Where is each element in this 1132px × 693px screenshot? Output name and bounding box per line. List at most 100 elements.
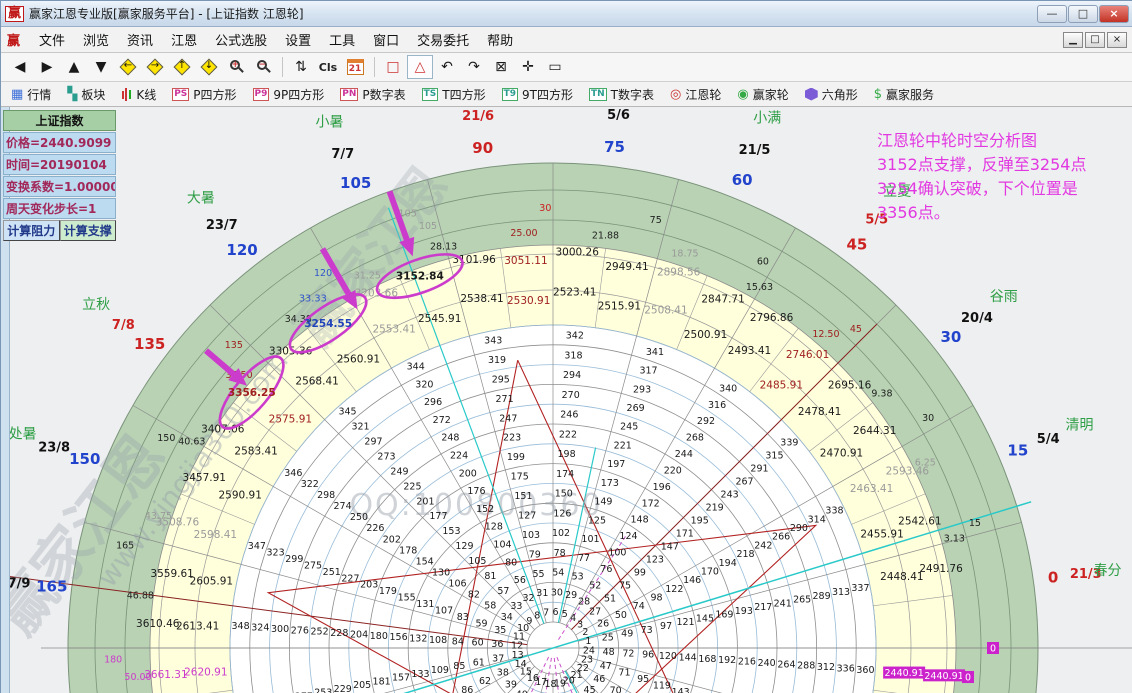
spiral-number: 109 (431, 665, 449, 676)
inner-price-label: 2598.41 (194, 529, 237, 541)
menu-logo-icon: 赢 (7, 30, 20, 49)
maximize-button[interactable]: □ (1068, 5, 1098, 23)
diamond-up-button[interactable]: ↑ (169, 55, 195, 79)
back-arrow-button[interactable]: ◀ (7, 55, 33, 79)
box-x-button[interactable]: ⊠ (488, 55, 514, 79)
spiral-number: 360 (856, 665, 874, 676)
square-shape-button[interactable]: □ (380, 55, 406, 79)
module-winner-service[interactable]: $赢家服务 (874, 86, 934, 103)
diamond-left-button[interactable]: ← (115, 55, 141, 79)
spiral-number: 318 (564, 350, 582, 361)
module-9t-square[interactable]: T99T四方形 (502, 86, 573, 103)
spiral-number: 201 (416, 496, 434, 507)
rotate-cw-button[interactable]: ↷ (461, 55, 487, 79)
triangle-shape-button[interactable]: △ (407, 55, 433, 79)
mdi-minimize-button[interactable]: ▁ (1063, 32, 1083, 48)
parameter-row-2: 变换系数=1.00000 (3, 176, 116, 197)
module-p-number-table[interactable]: PNP数字表 (340, 86, 405, 103)
mdi-restore-button[interactable]: □ (1085, 32, 1105, 48)
spiral-number: 30 (551, 587, 563, 598)
spiral-number: 289 (813, 591, 831, 602)
zoom-out-button[interactable]: − (250, 55, 276, 79)
menu-item-file[interactable]: 文件 (30, 32, 74, 51)
spiral-number: 144 (679, 652, 697, 663)
cls-button[interactable]: Cls (315, 55, 341, 79)
spiral-number: 250 (350, 512, 368, 523)
calc-resistance-button[interactable]: 计算阻力 (3, 220, 60, 241)
menu-item-trade-entrust[interactable]: 交易委托 (408, 32, 478, 51)
outer-price-label: 3610.46 (136, 618, 180, 630)
minimize-button[interactable]: — (1037, 5, 1067, 23)
module-kline[interactable]: K线 (121, 86, 156, 103)
current-price-box-label: 0 (965, 673, 971, 684)
parameter-panel: 上证指数 价格=2440.9099时间=20190104变换系数=1.00000… (3, 110, 116, 241)
module-hexagon[interactable]: 六角形 (805, 86, 858, 103)
outer-price-label: 2746.01 (786, 349, 829, 361)
module-winner-wheel[interactable]: ◉赢家轮 (737, 86, 788, 103)
menu-item-formula-stock-pick[interactable]: 公式选股 (206, 32, 276, 51)
module-9p-square[interactable]: P99P四方形 (253, 86, 325, 103)
module-gann-wheel[interactable]: ◎江恩轮 (670, 86, 721, 103)
spiral-number: 320 (415, 379, 433, 390)
diamond-right-button[interactable]: → (142, 55, 168, 79)
module-label: K线 (136, 86, 156, 103)
down-triangle-button[interactable]: ▼ (88, 55, 114, 79)
crosshair-button[interactable]: ✛ (515, 55, 541, 79)
percent-label: 6.25 (915, 457, 936, 468)
degree-ring-label: 45 (850, 324, 862, 335)
up-triangle-button[interactable]: ▲ (61, 55, 87, 79)
forward-arrow-button[interactable]: ▶ (34, 55, 60, 79)
annotation-line: 3356点。 (877, 201, 1132, 225)
menu-item-gann[interactable]: 江恩 (162, 32, 206, 51)
gann-wheel-icon: ◎ (670, 88, 681, 101)
spiral-number: 86 (461, 685, 473, 693)
spiral-number: 292 (697, 416, 715, 427)
spiral-number: 270 (562, 390, 580, 401)
spiral-number: 342 (566, 331, 584, 342)
spiral-number: 197 (607, 459, 625, 470)
menu-item-browse[interactable]: 浏览 (74, 32, 118, 51)
rotate-ccw-button[interactable]: ↶ (434, 55, 460, 79)
vertical-range-button[interactable]: ⇅ (288, 55, 314, 79)
module-t-square[interactable]: TST四方形 (422, 86, 486, 103)
module-sectors[interactable]: ▚板块 (67, 86, 105, 103)
spiral-number: 121 (676, 617, 694, 628)
menu-item-news[interactable]: 资讯 (118, 32, 162, 51)
spiral-number: 83 (457, 612, 469, 623)
module-t-number-table[interactable]: TNT数字表 (589, 86, 654, 103)
percent-label: 18.75 (671, 248, 698, 259)
spiral-number: 193 (735, 606, 753, 617)
spiral-number: 344 (407, 361, 425, 372)
menu-item-help[interactable]: 帮助 (478, 32, 522, 51)
menu-item-tools[interactable]: 工具 (320, 32, 364, 51)
spiral-number: 2 (582, 627, 588, 638)
calendar-button[interactable]: 21 (342, 55, 368, 79)
menu-item-window[interactable]: 窗口 (364, 32, 408, 51)
spiral-number: 101 (581, 534, 599, 545)
date-label: 23/7 (206, 218, 238, 233)
mdi-close-button[interactable]: × (1107, 32, 1127, 48)
highlighted-level-value: 3152.84 (396, 271, 444, 283)
spiral-number: 218 (736, 549, 754, 560)
spiral-number: 95 (637, 674, 649, 685)
spiral-number: 45 (584, 685, 596, 693)
menu-item-settings[interactable]: 设置 (276, 32, 320, 51)
close-button[interactable]: × (1099, 5, 1129, 23)
inner-price-label: 2575.91 (269, 414, 312, 426)
spiral-number: 31 (536, 588, 548, 599)
percent-label: 31.25 (354, 271, 381, 282)
spiral-number: 273 (377, 451, 395, 462)
app-logo-icon: 赢 (5, 6, 24, 22)
spiral-number: 198 (557, 449, 575, 460)
zoom-in-button[interactable]: + (223, 55, 249, 79)
diamond-down-button[interactable]: ↓ (196, 55, 222, 79)
calc-support-button[interactable]: 计算支撑 (60, 220, 117, 241)
percent-label: 46.88 (127, 591, 154, 602)
screen-button[interactable]: ▭ (542, 55, 568, 79)
spiral-number: 35 (494, 625, 506, 636)
module-p-square[interactable]: PSP四方形 (172, 86, 236, 103)
parameter-row-0: 价格=2440.9099 (3, 132, 116, 153)
t-number-table-icon: TN (589, 88, 607, 101)
inner-price-label: 2613.41 (176, 620, 219, 632)
module-quotes[interactable]: ▦行情 (11, 86, 51, 103)
